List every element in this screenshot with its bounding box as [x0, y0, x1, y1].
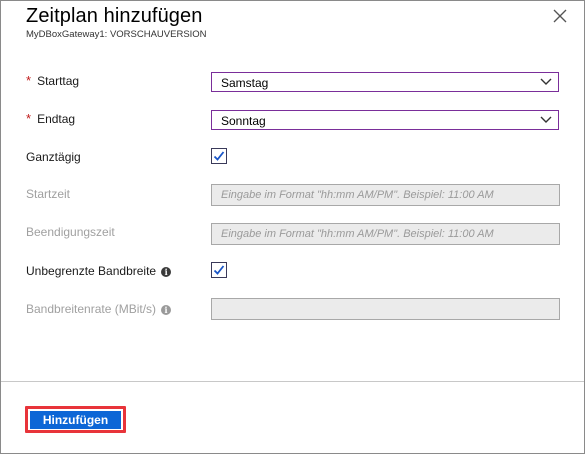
start-day-value: Samstag: [221, 76, 269, 90]
dialog-subtitle: MyDBoxGateway1: VORSCHAUVERSION: [26, 29, 207, 40]
required-marker: *: [26, 73, 32, 88]
add-button[interactable]: Hinzufügen: [30, 411, 121, 429]
unlimited-bandwidth-label-text: Unbegrenzte Bandbreite: [26, 264, 157, 278]
all-day-label: Ganztägig: [26, 150, 81, 164]
checkmark-icon: [213, 151, 225, 161]
chevron-down-icon: [540, 78, 552, 85]
unlimited-bandwidth-checkbox[interactable]: [211, 262, 227, 278]
end-day-label: * Endtag: [26, 111, 75, 126]
bandwidth-rate-input[interactable]: [211, 298, 560, 320]
close-button[interactable]: [550, 6, 570, 26]
start-time-label: Startzeit: [26, 187, 71, 201]
info-icon[interactable]: i: [161, 267, 172, 277]
end-day-label-text: Endtag: [37, 112, 76, 126]
bandwidth-rate-label: Bandbreitenrate (MBit/s) i: [26, 302, 172, 316]
start-day-label-text: Starttag: [37, 74, 80, 88]
dialog-title: Zeitplan hinzufügen: [26, 5, 203, 27]
add-schedule-dialog: Zeitplan hinzufügen MyDBoxGateway1: VORS…: [0, 0, 585, 454]
start-day-select[interactable]: Samstag: [211, 72, 559, 92]
chevron-down-icon: [540, 116, 552, 123]
end-time-input[interactable]: [211, 223, 560, 245]
start-time-input[interactable]: [211, 184, 560, 206]
bandwidth-rate-label-text: Bandbreitenrate (MBit/s): [26, 302, 157, 316]
end-day-select[interactable]: Sonntag: [211, 110, 559, 130]
required-marker: *: [26, 111, 32, 126]
footer-divider: [1, 381, 584, 382]
end-day-value: Sonntag: [221, 114, 266, 128]
info-icon[interactable]: i: [161, 305, 172, 315]
close-icon: [553, 9, 567, 23]
start-day-label: * Starttag: [26, 73, 79, 88]
end-time-label: Beendigungszeit: [26, 225, 115, 239]
checkmark-icon: [213, 265, 225, 275]
unlimited-bandwidth-label: Unbegrenzte Bandbreite i: [26, 264, 172, 278]
all-day-checkbox[interactable]: [211, 148, 227, 164]
